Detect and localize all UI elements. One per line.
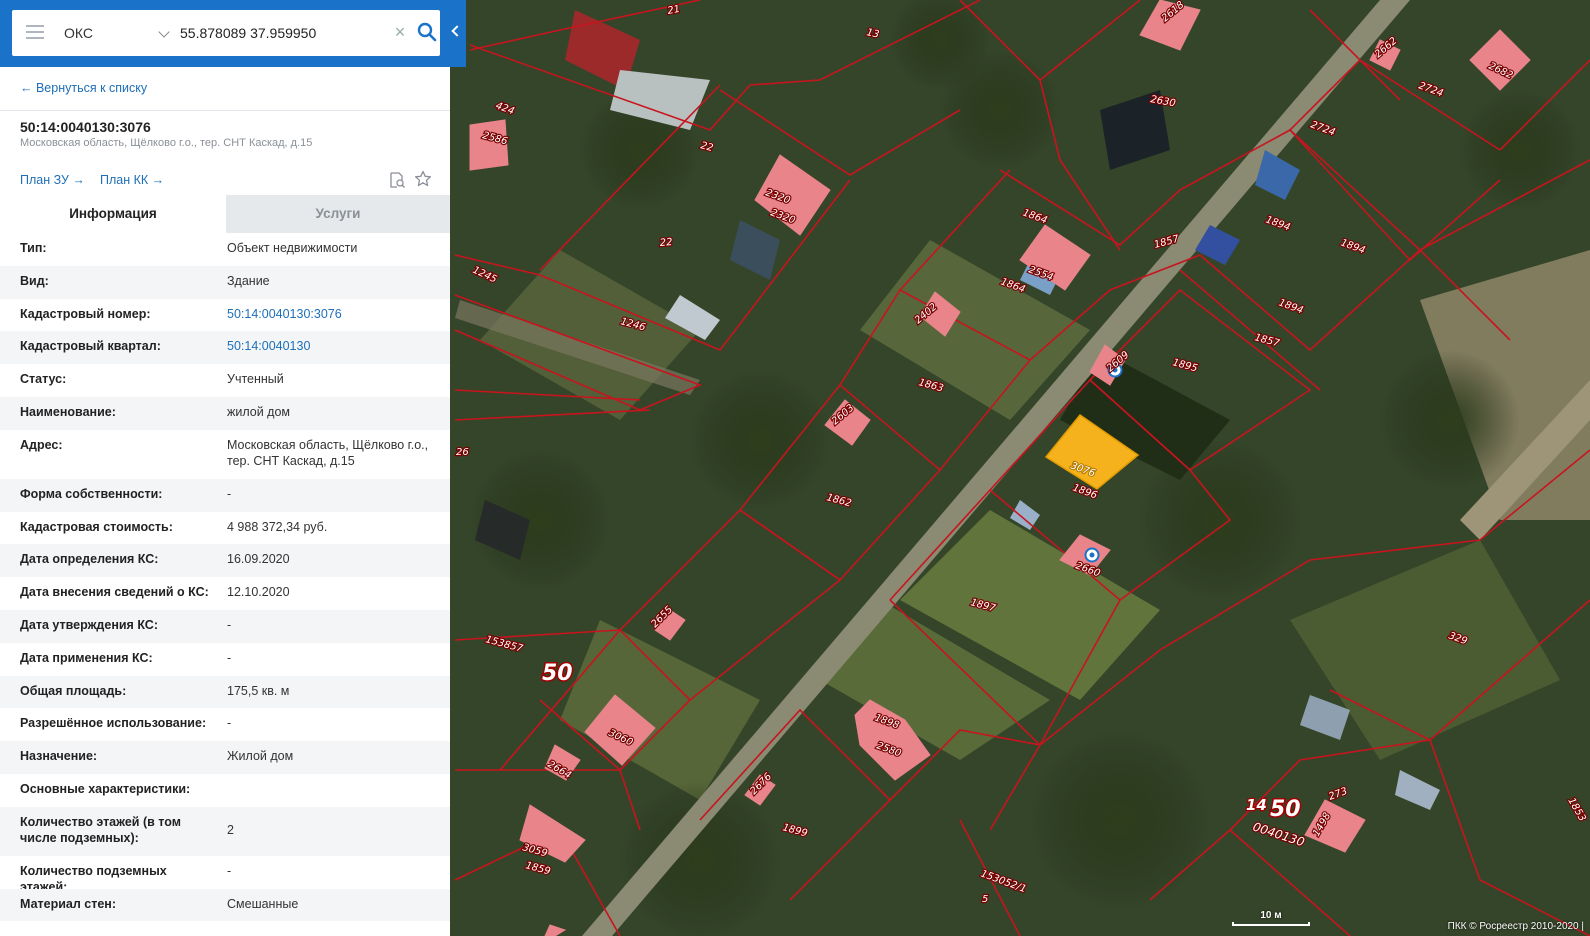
copyright-text: ПКК © Росреестр 2010-2020 | bbox=[1447, 921, 1584, 932]
property-row: Кадастровый квартал: 50:14:0040130 bbox=[0, 331, 450, 365]
property-label: Статус: bbox=[20, 372, 67, 387]
property-value: - bbox=[227, 617, 232, 632]
back-to-list-link[interactable]: ← Вернуться к списку bbox=[20, 81, 147, 95]
property-label: Количество этажей (в том числе подземных… bbox=[20, 814, 181, 845]
property-label: Дата определения КС: bbox=[20, 552, 159, 567]
property-value: - bbox=[227, 650, 232, 665]
property-label: Разрешённое использование: bbox=[20, 716, 207, 731]
property-row: Назначение: Жилой дом bbox=[0, 741, 450, 774]
close-icon[interactable]: × bbox=[392, 23, 408, 41]
property-label: Тип: bbox=[20, 241, 47, 255]
property-label: Адрес: bbox=[20, 437, 63, 452]
scale-bar: 10 м bbox=[1232, 910, 1310, 926]
property-row: Адрес: Московская область, Щёлково г.о., … bbox=[0, 430, 450, 479]
property-label: Вид: bbox=[20, 273, 49, 288]
collapse-panel-button[interactable] bbox=[448, 8, 466, 56]
property-label: Дата внесения сведений о КС: bbox=[20, 585, 209, 600]
quarter-label: 50 bbox=[1270, 797, 1301, 822]
property-row: Вид: Здание bbox=[0, 265, 450, 299]
search-box: ОКС × bbox=[12, 10, 440, 56]
property-value: Жилой дом bbox=[227, 749, 294, 764]
property-value-link[interactable]: 50:14:0040130 bbox=[227, 338, 437, 354]
property-value: - bbox=[227, 863, 232, 878]
property-value: 4 988 372,34 руб. bbox=[227, 519, 328, 534]
property-row: Материал стен: Смешанные bbox=[0, 888, 450, 922]
plot-label: 5 bbox=[982, 894, 988, 905]
property-value: Московская область, Щёлково г.о., тер. С… bbox=[227, 437, 429, 468]
property-value: Объект недвижимости bbox=[227, 241, 358, 255]
scale-label: 10 м bbox=[1260, 910, 1282, 921]
property-label: Дата утверждения КС: bbox=[20, 617, 158, 632]
property-row: Разрешённое использование: - bbox=[0, 708, 450, 741]
plot-label: 26 bbox=[456, 447, 469, 458]
menu-icon[interactable] bbox=[26, 25, 44, 39]
plan-zu-link[interactable]: План ЗУ → bbox=[20, 173, 85, 187]
property-label: Кадастровый квартал: bbox=[20, 339, 161, 354]
property-value: Учтенный bbox=[227, 372, 284, 387]
property-row: Дата внесения сведений о КС: 12.10.2020 bbox=[0, 577, 450, 610]
quarter-label: 50 bbox=[542, 661, 573, 686]
property-row: Наименование: жилой дом bbox=[0, 396, 450, 430]
property-label: Кадастровая стоимость: bbox=[20, 519, 173, 534]
property-row: Дата утверждения КС: - bbox=[0, 609, 450, 643]
object-type-value: ОКС bbox=[64, 25, 93, 41]
location-marker-icon[interactable] bbox=[1084, 547, 1100, 563]
property-label: Общая площадь: bbox=[20, 683, 127, 698]
property-value: жилой дом bbox=[227, 404, 291, 419]
plot-label: 21 bbox=[667, 4, 681, 17]
property-row: Статус: Учтенный bbox=[0, 364, 450, 397]
property-value: 175,5 кв. м bbox=[227, 683, 290, 698]
property-value: Здание bbox=[227, 273, 270, 288]
property-value-link[interactable]: 50:14:0040130:3076 bbox=[227, 306, 437, 322]
property-row: Кадастровый номер: 50:14:0040130:3076 bbox=[0, 299, 450, 332]
quarter-label: 14 bbox=[1246, 796, 1267, 814]
property-row: Дата применения КС: - bbox=[0, 643, 450, 676]
document-search-icon[interactable] bbox=[388, 171, 406, 189]
property-row: Общая площадь: 175,5 кв. м bbox=[0, 675, 450, 709]
plan-kk-link[interactable]: План КК → bbox=[100, 173, 164, 187]
property-row: Количество этажей (в том числе подземных… bbox=[0, 806, 450, 856]
property-row: Количество подземных этажей: - bbox=[0, 856, 450, 894]
properties-table: Тип: Объект недвижимости Вид: Здание Кадастр… bbox=[0, 233, 450, 922]
property-label: Дата применения КС: bbox=[20, 650, 153, 665]
search-icon[interactable] bbox=[416, 21, 438, 43]
property-value: 2 bbox=[227, 822, 234, 837]
star-icon[interactable] bbox=[414, 170, 432, 188]
property-value: Смешанные bbox=[227, 896, 299, 911]
property-value: - bbox=[227, 486, 232, 501]
property-value: 12.10.2020 bbox=[227, 585, 290, 600]
search-input[interactable] bbox=[180, 20, 380, 46]
property-label: Материал стен: bbox=[20, 896, 117, 911]
property-label: Наименование: bbox=[20, 404, 116, 419]
tab-bar: Информация Услуги bbox=[0, 195, 450, 233]
property-label: Основные характеристики: bbox=[20, 781, 191, 796]
divider bbox=[0, 110, 450, 111]
object-number: 50:14:0040130:3076 bbox=[20, 119, 151, 135]
search-header: ОКС × bbox=[0, 0, 466, 67]
property-label: Назначение: bbox=[20, 749, 98, 764]
property-row: Кадастровая стоимость: 4 988 372,34 руб. bbox=[0, 512, 450, 545]
tab-services[interactable]: Услуги bbox=[226, 195, 450, 233]
info-panel: ← Вернуться к списку 50:14:0040130:3076 … bbox=[0, 67, 450, 936]
chevron-left-icon bbox=[451, 25, 463, 37]
property-value: - bbox=[227, 716, 232, 731]
object-address: Московская область, Щёлково г.о., тер. С… bbox=[20, 137, 313, 149]
property-row: Основные характеристики: bbox=[0, 774, 450, 807]
chevron-down-icon bbox=[158, 26, 170, 38]
property-value: 16.09.2020 bbox=[227, 552, 290, 567]
property-row: Форма собственности: - bbox=[0, 478, 450, 512]
property-label: Кадастровый номер: bbox=[20, 306, 151, 321]
object-type-select[interactable]: ОКС bbox=[64, 10, 172, 56]
property-value bbox=[227, 781, 437, 797]
plot-label: 22 bbox=[659, 237, 673, 249]
tab-information[interactable]: Информация bbox=[0, 195, 226, 233]
property-label: Форма собственности: bbox=[20, 486, 163, 501]
property-row: Дата определения КС: 16.09.2020 bbox=[0, 544, 450, 578]
property-row: Тип: Объект недвижимости bbox=[0, 233, 450, 266]
